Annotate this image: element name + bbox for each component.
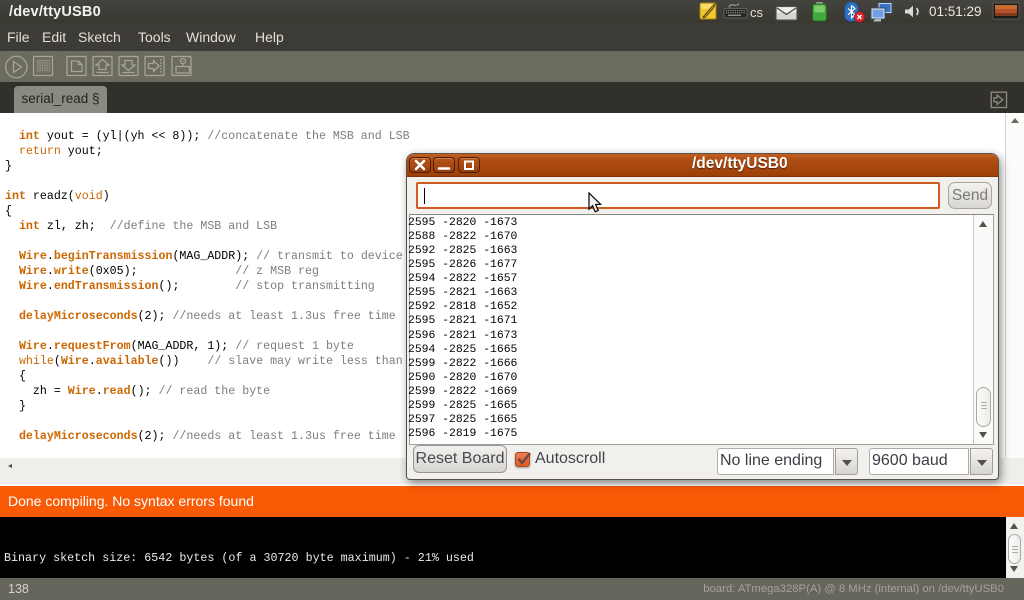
svg-text:cs: cs <box>750 5 764 20</box>
